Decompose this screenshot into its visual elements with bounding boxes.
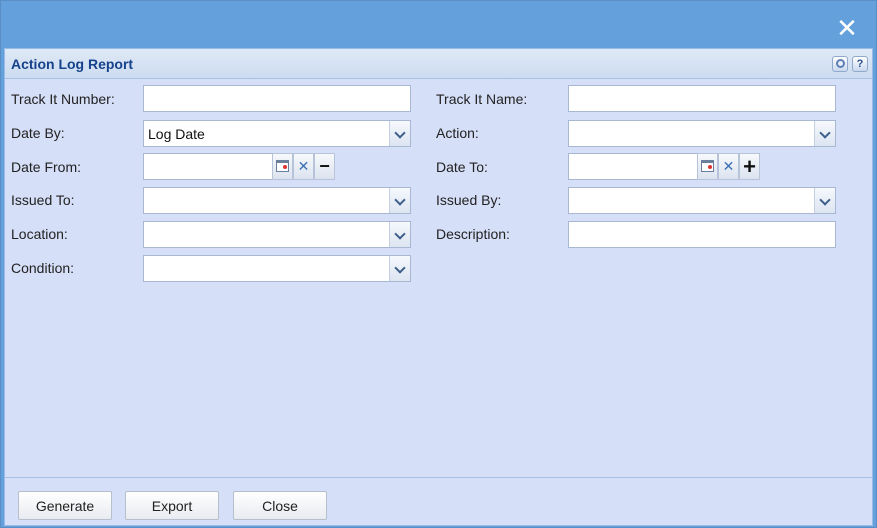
date-by-label: Date By: [11,125,65,141]
panel-title: Action Log Report [11,56,134,72]
date-to-clear-button[interactable]: ✕ [718,153,739,180]
date-to-input[interactable] [569,154,697,179]
track-it-name-label: Track It Name: [436,91,528,107]
condition-combo[interactable] [143,255,411,282]
close-icon[interactable]: ✕ [836,15,858,41]
date-from-calendar-button[interactable] [272,153,293,180]
track-it-number-input[interactable] [144,86,410,111]
description-input[interactable] [569,222,835,247]
clear-icon: ✕ [297,158,310,174]
track-it-number-label: Track It Number: [11,91,115,107]
action-dropdown-trigger[interactable] [814,121,835,146]
location-dropdown-trigger[interactable] [389,222,410,247]
date-to-calendar-button[interactable] [697,153,718,180]
generate-button[interactable]: Generate [18,491,112,520]
date-by-dropdown-trigger[interactable] [389,121,410,146]
date-by-value: Log Date [148,126,205,142]
date-from-minus-button[interactable]: − [314,153,335,180]
chevron-down-icon [394,262,406,274]
calendar-icon [701,160,714,172]
condition-dropdown-trigger[interactable] [389,256,410,281]
clear-icon: ✕ [722,158,735,174]
date-by-combo[interactable]: Log Date [143,120,411,147]
issued-to-label: Issued To: [11,192,75,208]
chevron-down-icon [394,194,406,206]
track-it-name-input[interactable] [569,86,835,111]
action-combo[interactable] [568,120,836,147]
date-from-input[interactable] [144,154,272,179]
issued-to-dropdown-trigger[interactable] [389,188,410,213]
panel-header: Action Log Report ? [5,49,872,79]
minus-icon: − [319,156,330,176]
report-panel: Action Log Report ? Track It Number: Tra… [4,48,873,526]
help-icon[interactable]: ? [852,56,868,72]
report-window: ✕ Action Log Report ? Track It Number: T… [0,0,877,528]
issued-by-label: Issued By: [436,192,502,208]
issued-to-combo[interactable] [143,187,411,214]
plus-icon: + [743,154,756,179]
issued-by-dropdown-trigger[interactable] [814,188,835,213]
date-to-plus-button[interactable]: + [739,153,760,180]
date-from-clear-button[interactable]: ✕ [293,153,314,180]
chevron-down-icon [819,127,831,139]
issued-by-combo[interactable] [568,187,836,214]
chevron-down-icon [394,228,406,240]
export-button[interactable]: Export [125,491,219,520]
close-button[interactable]: Close [233,491,327,520]
panel-footer: Generate Export Close [5,477,872,525]
track-it-number-field[interactable] [143,85,411,112]
calendar-icon [276,160,289,172]
action-label: Action: [436,125,479,141]
gear-icon[interactable] [832,56,848,72]
date-from-label: Date From: [11,159,82,175]
chevron-down-icon [394,127,406,139]
track-it-name-field[interactable] [568,85,836,112]
description-label: Description: [436,226,510,242]
condition-label: Condition: [11,260,75,276]
location-combo[interactable] [143,221,411,248]
date-from-field[interactable] [143,153,273,180]
date-to-field[interactable] [568,153,698,180]
chevron-down-icon [819,194,831,206]
date-to-label: Date To: [436,159,488,175]
location-label: Location: [11,226,68,242]
description-field[interactable] [568,221,836,248]
